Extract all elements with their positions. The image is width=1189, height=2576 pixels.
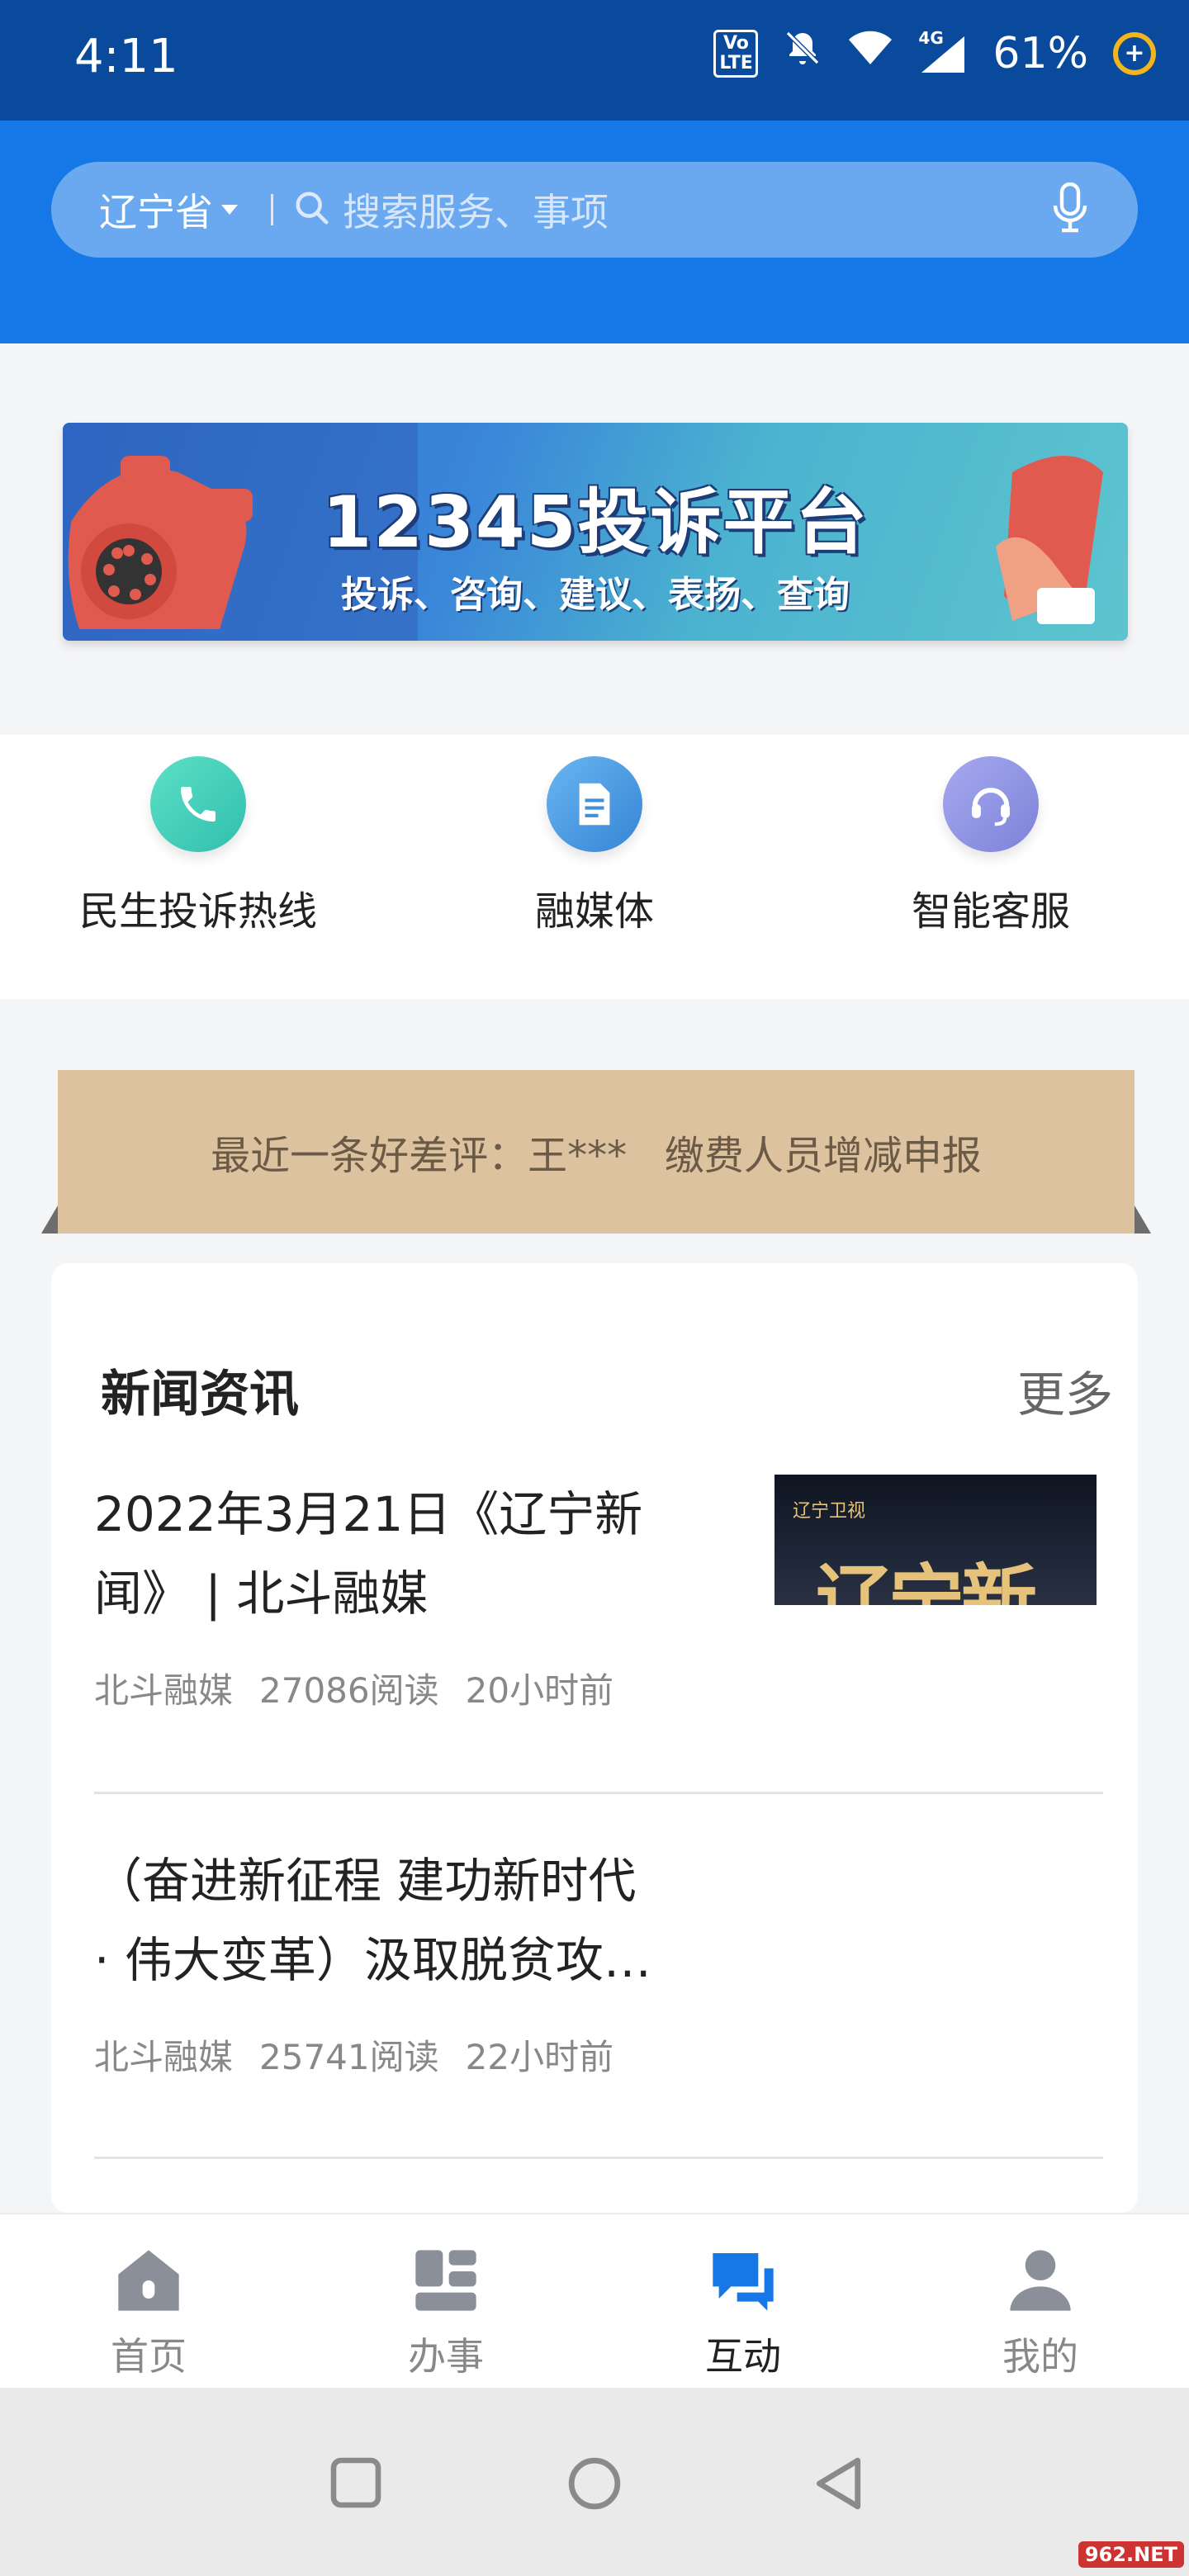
chat-icon bbox=[713, 2253, 774, 2311]
news-item-title-line1: 2022年3月21日《辽宁新 bbox=[94, 1486, 643, 1542]
news-item-title-line2: 闻》 | 北斗融媒 bbox=[94, 1565, 429, 1622]
caret-down-icon bbox=[221, 205, 238, 215]
quick-service[interactable]: 智能客服 bbox=[842, 756, 1139, 936]
phone-icon bbox=[150, 756, 246, 852]
system-nav-bar: 962.NET bbox=[0, 2388, 1189, 2576]
battery-saver-plus: + bbox=[1124, 39, 1145, 68]
quick-media[interactable]: 融媒体 bbox=[446, 756, 743, 936]
news-item-title-line2: · 伟大变革）汲取脱贫攻… bbox=[94, 1932, 651, 1988]
nav-services[interactable]: 办事 bbox=[297, 2244, 594, 2381]
news-reads: 27086阅读 bbox=[259, 1670, 439, 1711]
news-item-meta: 北斗融媒 25741阅读 22小时前 bbox=[94, 2029, 1103, 2080]
complaint-banner[interactable]: 12345投诉平台 投诉、咨询、建议、表扬、查询 bbox=[63, 423, 1128, 641]
news-more-link[interactable]: 更多 bbox=[1017, 1356, 1113, 1425]
quick-hotline[interactable]: 民生投诉热线 bbox=[50, 756, 347, 936]
thumbnail-text: 辽宁新闻 bbox=[816, 1556, 1037, 1605]
nav-home[interactable]: 首页 bbox=[0, 2244, 297, 2381]
news-thumbnail[interactable]: 辽宁卫视 辽宁新闻 bbox=[775, 1475, 1097, 1605]
thumbnail-logo: 辽宁卫视 bbox=[793, 1501, 866, 1522]
news-item-2[interactable]: （奋进新征程 建功新时代 · 伟大变革）汲取脱贫攻… 北斗融媒 25741阅读 … bbox=[94, 1841, 1103, 2080]
news-section: 新闻资讯 更多 2022年3月21日《辽宁新 闻》 | 北斗融媒 北斗融媒 27… bbox=[51, 1263, 1138, 2213]
watermark-logo: 962.NET bbox=[1078, 2541, 1184, 2568]
quick-media-label: 融媒体 bbox=[534, 888, 654, 935]
nav-interact-label: 互动 bbox=[705, 2334, 781, 2379]
volte-badge: Vo LTE bbox=[713, 29, 759, 78]
news-title: 新闻资讯 bbox=[101, 1366, 299, 1423]
banner-subtitle: 投诉、咨询、建议、表扬、查询 bbox=[341, 574, 850, 616]
quick-actions: 民生投诉热线 融媒体 智能客服 bbox=[0, 735, 1189, 999]
news-item-meta: 北斗融媒 27086阅读 20小时前 bbox=[94, 1663, 1103, 1713]
search-bar[interactable]: 辽宁省 搜索服务、事项 bbox=[51, 162, 1138, 258]
news-source: 北斗融媒 bbox=[94, 1670, 234, 1711]
news-time: 20小时前 bbox=[465, 1670, 614, 1711]
mute-icon bbox=[783, 28, 822, 78]
network-type: 4G bbox=[918, 27, 944, 48]
signal-icon: 4G bbox=[918, 28, 968, 74]
search-divider bbox=[271, 194, 273, 225]
nav-home-label: 首页 bbox=[111, 2334, 187, 2379]
region-selector[interactable]: 辽宁省 bbox=[99, 182, 238, 237]
search-input[interactable]: 搜索服务、事项 bbox=[343, 182, 1052, 237]
news-time: 22小时前 bbox=[465, 2037, 614, 2077]
review-text: 最近一条好差评：王*** 缴费人员增减申报 bbox=[211, 1133, 982, 1179]
news-reads: 25741阅读 bbox=[259, 2037, 439, 2077]
nav-profile-label: 我的 bbox=[1002, 2334, 1078, 2379]
news-item-title-line1: （奋进新征程 建功新时代 bbox=[94, 1853, 637, 1909]
news-item-title: （奋进新征程 建功新时代 · 伟大变革）汲取脱贫攻… bbox=[94, 1841, 837, 2000]
banner-title: 12345投诉平台 bbox=[322, 481, 869, 564]
news-source: 北斗融媒 bbox=[94, 2037, 234, 2077]
news-divider bbox=[94, 1792, 1103, 1794]
quick-service-label: 智能客服 bbox=[911, 888, 1070, 935]
document-icon bbox=[547, 756, 642, 852]
battery-percent: 61% bbox=[992, 28, 1088, 78]
wifi-icon bbox=[847, 28, 893, 78]
home-button-icon[interactable] bbox=[566, 2455, 623, 2512]
news-divider bbox=[94, 2157, 1103, 2159]
news-item-title: 2022年3月21日《辽宁新 闻》 | 北斗融媒 bbox=[94, 1475, 722, 1633]
review-ticker[interactable]: 最近一条好差评：王*** 缴费人员增减申报 bbox=[58, 1070, 1135, 1234]
services-icon bbox=[415, 2250, 476, 2311]
nav-profile[interactable]: 我的 bbox=[892, 2244, 1189, 2381]
status-bar: 4:11 Vo LTE 4G 61% + bbox=[0, 0, 1189, 121]
region-label: 辽宁省 bbox=[99, 190, 213, 234]
status-time: 4:11 bbox=[74, 30, 178, 83]
search-icon bbox=[293, 189, 331, 230]
profile-icon bbox=[1010, 2250, 1071, 2311]
headset-icon bbox=[943, 756, 1039, 852]
battery-saver-icon: + bbox=[1113, 31, 1156, 75]
nav-services-label: 办事 bbox=[408, 2334, 484, 2379]
back-icon[interactable] bbox=[811, 2455, 864, 2512]
microphone-icon[interactable] bbox=[1052, 182, 1088, 237]
recent-apps-icon[interactable] bbox=[329, 2455, 383, 2510]
home-icon bbox=[118, 2250, 179, 2311]
review-wing-right bbox=[1135, 1205, 1151, 1234]
review-wing-left bbox=[41, 1205, 58, 1234]
nav-interact[interactable]: 互动 bbox=[594, 2244, 892, 2381]
quick-hotline-label: 民生投诉热线 bbox=[78, 888, 317, 935]
bottom-nav: 首页 办事 互动 我的 bbox=[0, 2213, 1189, 2389]
status-icons: Vo LTE 4G 61% + bbox=[713, 28, 1156, 78]
